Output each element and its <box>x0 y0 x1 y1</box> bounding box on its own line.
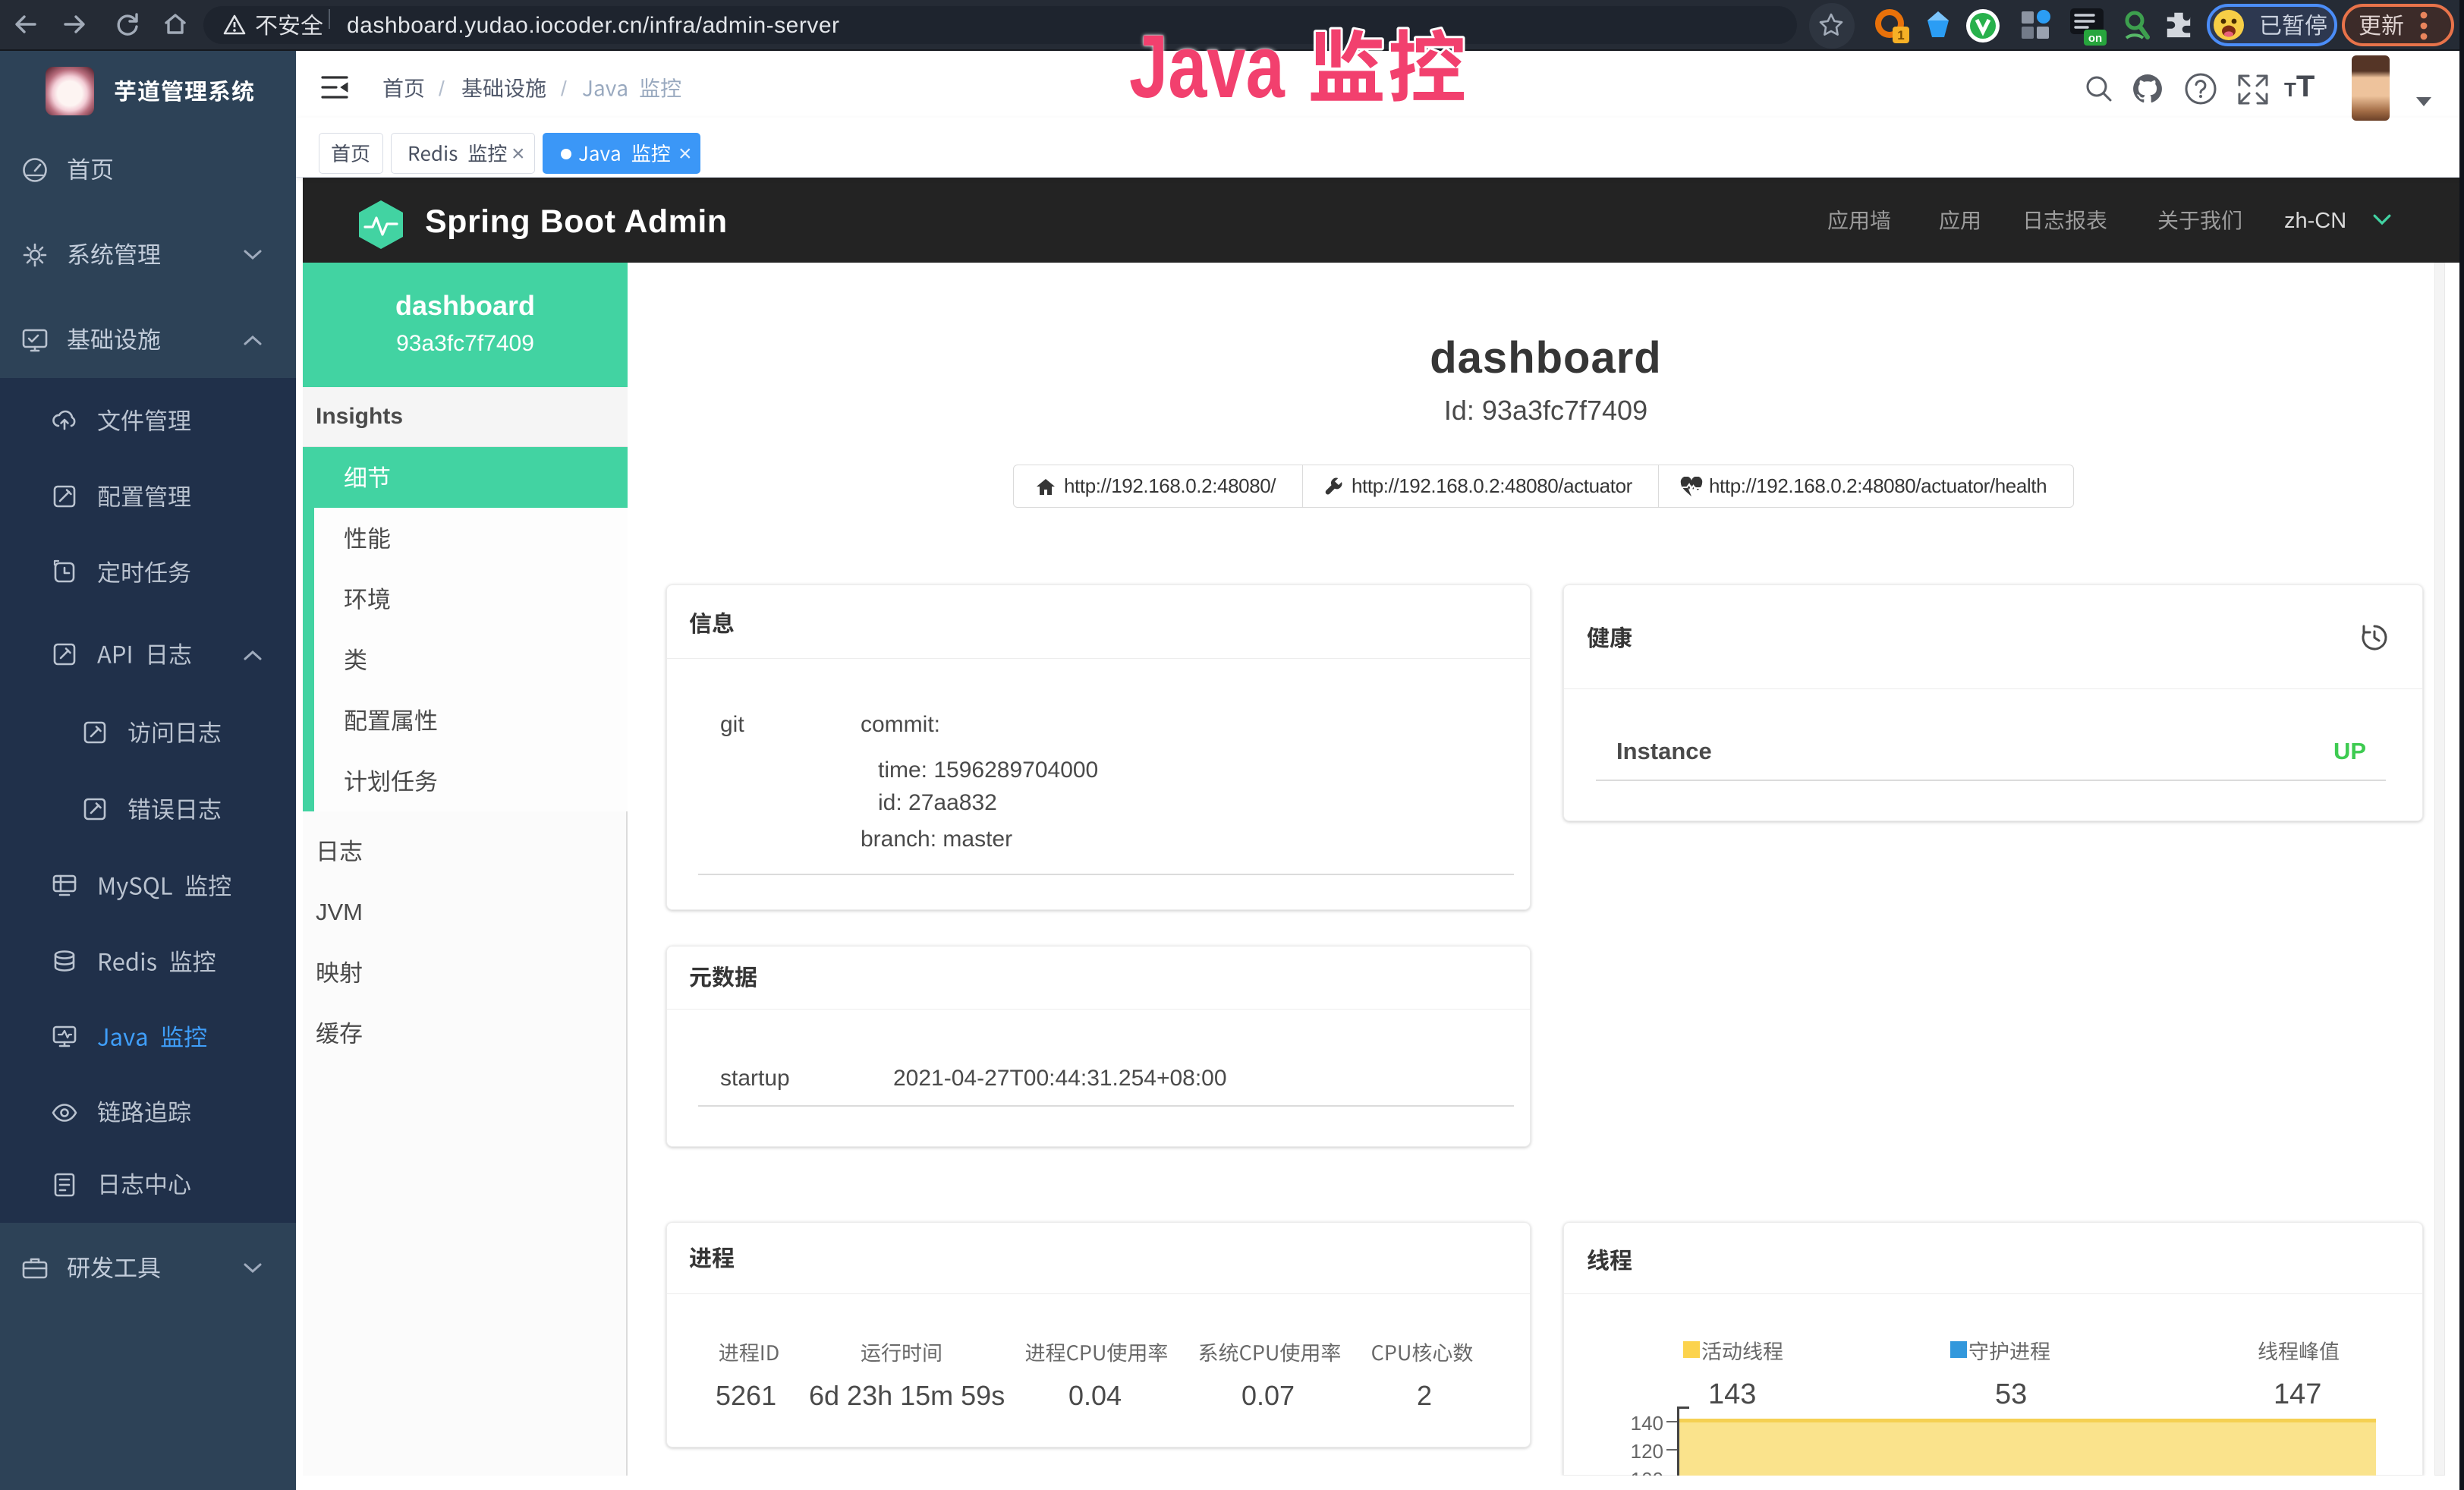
svg-text:on: on <box>2088 32 2102 45</box>
svg-text:1: 1 <box>1897 28 1904 43</box>
